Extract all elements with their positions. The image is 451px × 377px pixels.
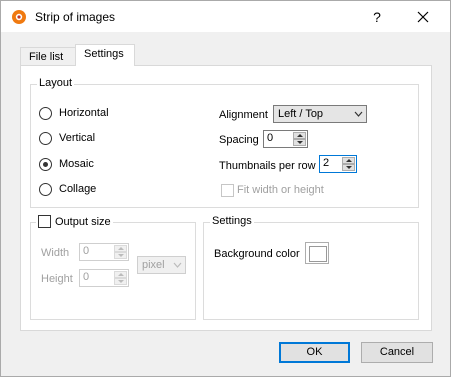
radio-vertical-label: Vertical	[59, 132, 96, 144]
help-button[interactable]: ?	[363, 5, 391, 29]
settings-group: Settings Background color	[203, 215, 419, 320]
fit-width-height-checkbox[interactable]	[221, 184, 234, 197]
radio-mosaic-label: Mosaic	[59, 158, 94, 170]
radio-vertical[interactable]: Vertical	[39, 130, 95, 146]
layout-group-label: Layout	[37, 77, 75, 89]
tab-settings[interactable]: Settings	[75, 44, 135, 66]
dialog-window: Strip of images ? File list Settings Lay…	[0, 0, 451, 377]
settings-tab-panel: Layout Horizontal Vertical Mosaic Collag…	[20, 65, 432, 331]
layout-group: Layout Horizontal Vertical Mosaic Collag…	[30, 77, 419, 208]
chevron-down-icon	[173, 262, 182, 268]
title-bar: Strip of images ?	[1, 1, 450, 32]
spin-down-icon[interactable]	[293, 139, 306, 146]
background-color-button[interactable]	[305, 242, 329, 264]
settings-group-label: Settings	[210, 215, 254, 227]
output-size-toggle[interactable]: Output size	[36, 215, 113, 228]
spacing-spinner[interactable]: 0	[263, 130, 308, 148]
output-size-group: Output size Width 0 Height 0 pixel	[30, 215, 196, 320]
spin-down-icon[interactable]	[114, 252, 127, 259]
radio-horizontal-label: Horizontal	[59, 107, 109, 119]
spin-down-icon[interactable]	[342, 164, 355, 171]
app-icon	[12, 10, 26, 24]
thumbnails-per-row-label: Thumbnails per row	[219, 160, 316, 172]
background-color-label: Background color	[214, 248, 300, 260]
spin-down-icon[interactable]	[114, 278, 127, 285]
width-value: 0	[83, 245, 90, 257]
chevron-down-icon	[354, 111, 363, 117]
radio-collage[interactable]: Collage	[39, 181, 96, 197]
fit-width-height-label: Fit width or height	[237, 184, 324, 196]
window-title: Strip of images	[35, 10, 116, 24]
width-spinner[interactable]: 0	[79, 243, 129, 261]
output-size-label: Output size	[55, 215, 111, 228]
alignment-value: Left / Top	[278, 108, 324, 120]
spacing-value: 0	[267, 132, 274, 144]
radio-circle[interactable]	[39, 131, 52, 145]
height-label: Height	[41, 273, 73, 285]
unit-dropdown[interactable]: pixel	[137, 256, 186, 274]
cancel-button[interactable]: Cancel	[361, 342, 433, 363]
width-label: Width	[41, 247, 70, 259]
height-spinner[interactable]: 0	[79, 269, 129, 287]
alignment-label: Alignment	[219, 109, 268, 121]
spin-up-icon[interactable]	[114, 271, 127, 278]
spin-up-icon[interactable]	[342, 157, 355, 164]
radio-mosaic[interactable]: Mosaic	[39, 156, 94, 172]
radio-circle[interactable]	[39, 106, 52, 120]
radio-horizontal[interactable]: Horizontal	[39, 105, 109, 121]
tab-file-list[interactable]: File list	[20, 47, 76, 65]
close-icon	[417, 11, 429, 23]
ok-button[interactable]: OK	[279, 342, 350, 363]
thumbnails-per-row-spinner[interactable]: 2	[319, 155, 357, 173]
spacing-label: Spacing	[219, 134, 259, 146]
alignment-dropdown[interactable]: Left / Top	[273, 105, 367, 123]
output-size-checkbox[interactable]	[38, 215, 51, 228]
spin-up-icon[interactable]	[114, 245, 127, 252]
radio-circle[interactable]	[39, 182, 52, 196]
unit-value: pixel	[142, 259, 165, 271]
radio-collage-label: Collage	[59, 183, 97, 195]
spin-up-icon[interactable]	[293, 132, 306, 139]
close-button[interactable]	[405, 5, 441, 29]
radio-circle-selected[interactable]	[39, 157, 52, 171]
thumbnails-per-row-value: 2	[323, 157, 330, 169]
height-value: 0	[83, 271, 90, 283]
